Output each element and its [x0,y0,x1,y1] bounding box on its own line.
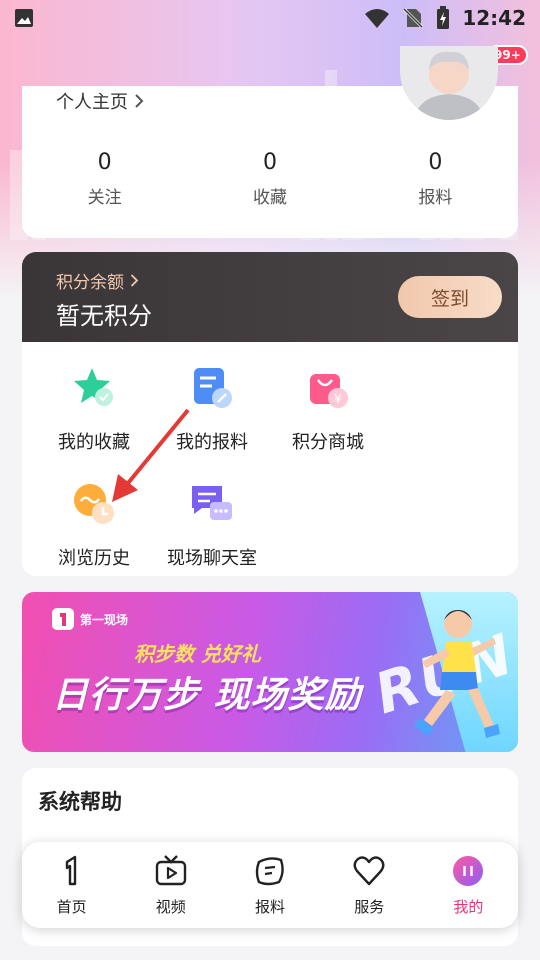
banner-logo-text: 第一现场 [80,612,129,627]
tab-label: 我的 [453,898,484,916]
tab-home[interactable]: 首页 [22,842,121,928]
stat-label: 报料 [418,188,453,208]
tab-label: 报料 [255,898,286,916]
tab-label: 首页 [56,898,87,916]
home-one-icon [65,855,76,886]
system-help-title: 系统帮助 [38,790,122,814]
no-sim-icon [403,7,424,29]
stat-following[interactable]: 0 关注 [22,150,187,208]
stat-value: 0 [428,150,443,175]
personal-homepage-link[interactable]: 个人主页 [56,88,144,114]
profile-stats: 0 关注 0 收藏 0 报料 [22,150,518,208]
points-balance-link[interactable]: 积分余额 [56,268,139,293]
points-value: 暂无积分 [56,302,152,330]
stat-value: 0 [97,150,112,175]
gallery-notification-icon [15,9,33,27]
home-link-label: 个人主页 [56,92,128,113]
tab-mine[interactable]: 我的 [419,842,518,928]
clock: 12:42 [462,6,526,30]
menu-item-label: 浏览历史 [58,548,130,569]
stat-favorites[interactable]: 0 收藏 [187,150,352,208]
runner-illustration [414,610,500,738]
report-icon [255,857,284,886]
banner-subtitle: 积步数 兑好礼 [134,642,261,666]
tab-label: 服务 [354,898,385,916]
profile-card: 个人主页 0 关注 0 收藏 0 报料 [22,46,518,238]
sign-in-button[interactable]: 签到 [398,276,502,318]
tab-video[interactable]: 视频 [121,842,220,928]
banner-logo: 第一现场 [52,608,128,630]
tv-video-icon [155,855,186,886]
points-balance-label: 积分余额 [56,273,124,293]
tab-report[interactable]: 报料 [220,842,319,928]
menu-item-points-mall[interactable]: ¥ 积分商城 [268,364,388,454]
stat-label: 关注 [87,188,122,208]
wifi-icon [365,9,390,28]
stat-reports[interactable]: 0 报料 [353,150,518,208]
svg-text:¥: ¥ [334,392,342,406]
tab-label: 视频 [155,898,186,916]
points-card: 积分余额 暂无积分 签到 我的收藏 我的报料 ¥ 积分商城 浏览历史 现场聊天室 [22,252,518,576]
banner-title: 日行万步 现场奖励 [52,675,362,716]
menu-item-label: 现场聊天室 [167,548,257,569]
battery-charging-icon [437,6,450,29]
profile-icon [453,856,484,886]
chevron-right-icon [130,274,139,287]
annotation-arrow-icon [112,408,190,502]
heart-service-icon [353,856,385,886]
stat-value: 0 [262,150,277,175]
app-logo-icon [52,608,74,630]
chevron-right-icon [135,94,144,108]
menu-item-label: 积分商城 [292,432,364,453]
shopping-bag-icon: ¥ [310,374,348,408]
tab-service[interactable]: 服务 [320,842,419,928]
avatar[interactable] [400,46,498,120]
status-bar: 12:42 [0,0,540,36]
stat-label: 收藏 [252,188,287,208]
points-header: 积分余额 暂无积分 签到 [22,252,518,342]
bottom-tab-bar: 首页 视频 报料 服务 我的 [22,842,518,928]
promo-banner[interactable]: 第一现场 积步数 兑好礼 日行万步 现场奖励 RUN [22,592,518,752]
